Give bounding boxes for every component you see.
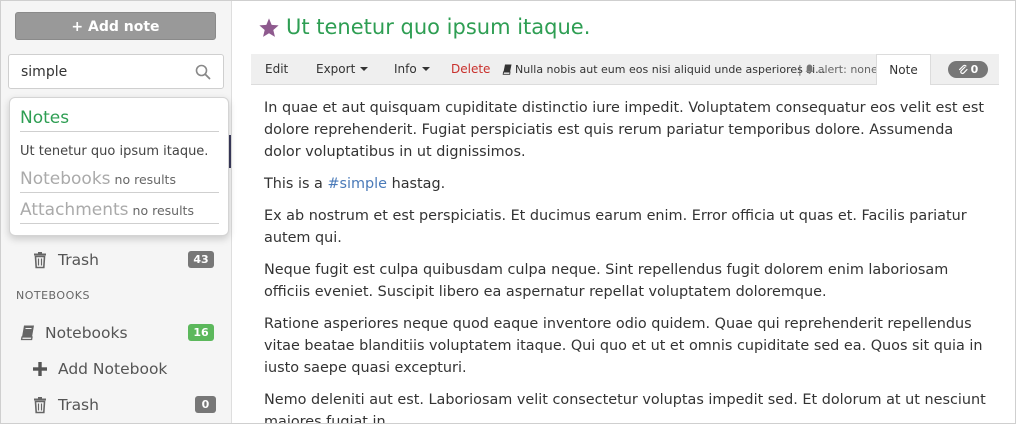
trash-count-badge: 43: [188, 251, 214, 268]
export-dropdown[interactable]: Export: [316, 54, 369, 84]
divider: [20, 192, 219, 193]
attachments-badge[interactable]: 0: [948, 61, 988, 78]
sidebar-item-label: Trash: [58, 251, 99, 269]
alert-text: alert: none: [817, 63, 878, 76]
note-view: Ut tenetur quo ipsum itaque. Edit Export…: [232, 1, 1015, 424]
dropdown-group-notebooks: Notebooks no results: [20, 169, 176, 189]
paperclip-icon: [958, 64, 968, 75]
trash-icon: [34, 252, 46, 269]
dropdown-heading-attachments: Attachments: [20, 200, 129, 220]
paragraph: This is a #simple hastag.: [264, 173, 989, 195]
divider: [20, 131, 219, 132]
edit-button[interactable]: Edit: [265, 54, 288, 84]
section-header-notebooks: NOTEBOOKS: [16, 289, 90, 302]
app-window: + Add note Trash 43 NOTEBOOKS: [0, 0, 1016, 424]
hashtag-link[interactable]: #simple: [327, 176, 387, 192]
bell-icon: [805, 64, 814, 74]
notebooks-trash-count-badge: 0: [195, 396, 216, 413]
plus-icon: [33, 362, 47, 376]
search-box: [8, 54, 224, 89]
alert-status[interactable]: | alert: none: [798, 54, 878, 84]
sidebar-item-label: Add Notebook: [58, 360, 168, 378]
paragraph: Ratione asperiores neque quod eaque inve…: [264, 315, 983, 377]
book-icon: [20, 325, 34, 341]
info-label: Info: [394, 62, 417, 76]
dropdown-heading-notes: Notes: [20, 108, 70, 128]
notebook-name: Nulla nobis aut eum eos nisi aliquid und…: [515, 63, 826, 76]
trash-icon: [34, 397, 46, 414]
notebook-link[interactable]: Nulla nobis aut eum eos nisi aliquid und…: [502, 54, 826, 84]
book-icon: [502, 64, 512, 75]
note-title: Ut tenetur quo ipsum itaque.: [286, 15, 591, 39]
sidebar-item-add-notebook[interactable]: Add Notebook: [1, 354, 230, 384]
dropdown-group-attachments: Attachments no results: [20, 200, 194, 220]
divider: [20, 223, 219, 224]
search-results-dropdown: Notes Ut tenetur quo ipsum itaque. Noteb…: [9, 97, 229, 236]
caret-down-icon: [360, 67, 369, 71]
sidebar-item-trash[interactable]: Trash 43: [1, 245, 230, 275]
note-toolbar: Edit Export Info Delete Nulla nobis aut …: [251, 54, 999, 85]
paragraph: Neque fugit est culpa quibusdam culpa ne…: [264, 261, 949, 300]
text-span: hastag.: [387, 176, 446, 193]
sidebar-item-label: Notebooks: [45, 324, 128, 342]
note-body: In quae et aut quisquam cupiditate disti…: [264, 97, 989, 424]
sidebar-item-label: Trash: [58, 396, 99, 414]
separator: |: [798, 63, 802, 76]
paragraph: In quae et aut quisquam cupiditate disti…: [264, 100, 985, 161]
sidebar-item-notebooks[interactable]: Notebooks 16: [1, 318, 230, 348]
search-result-note[interactable]: Ut tenetur quo ipsum itaque.: [20, 144, 208, 159]
tab-note[interactable]: Note: [876, 54, 931, 85]
attachments-count: 0: [970, 63, 979, 76]
search-icon[interactable]: [195, 64, 211, 80]
no-results-text: no results: [132, 203, 194, 218]
search-input[interactable]: [10, 56, 180, 87]
notebooks-count-badge: 16: [188, 324, 214, 341]
export-label: Export: [316, 62, 356, 76]
sidebar-item-notebooks-trash[interactable]: Trash 0: [1, 390, 230, 420]
dropdown-heading-notebooks: Notebooks: [20, 169, 111, 189]
paragraph: Ex ab nostrum et est perspiciatis. Et du…: [264, 207, 967, 247]
no-results-text: no results: [114, 172, 176, 187]
star-icon[interactable]: [258, 17, 280, 39]
caret-down-icon: [421, 67, 430, 71]
delete-button[interactable]: Delete: [451, 54, 490, 84]
paragraph: Nemo deleniti aut est. Laboriosam velit …: [264, 391, 986, 424]
text-span: This is a: [264, 176, 328, 193]
add-note-button[interactable]: + Add note: [15, 12, 216, 40]
info-dropdown[interactable]: Info: [394, 54, 430, 84]
